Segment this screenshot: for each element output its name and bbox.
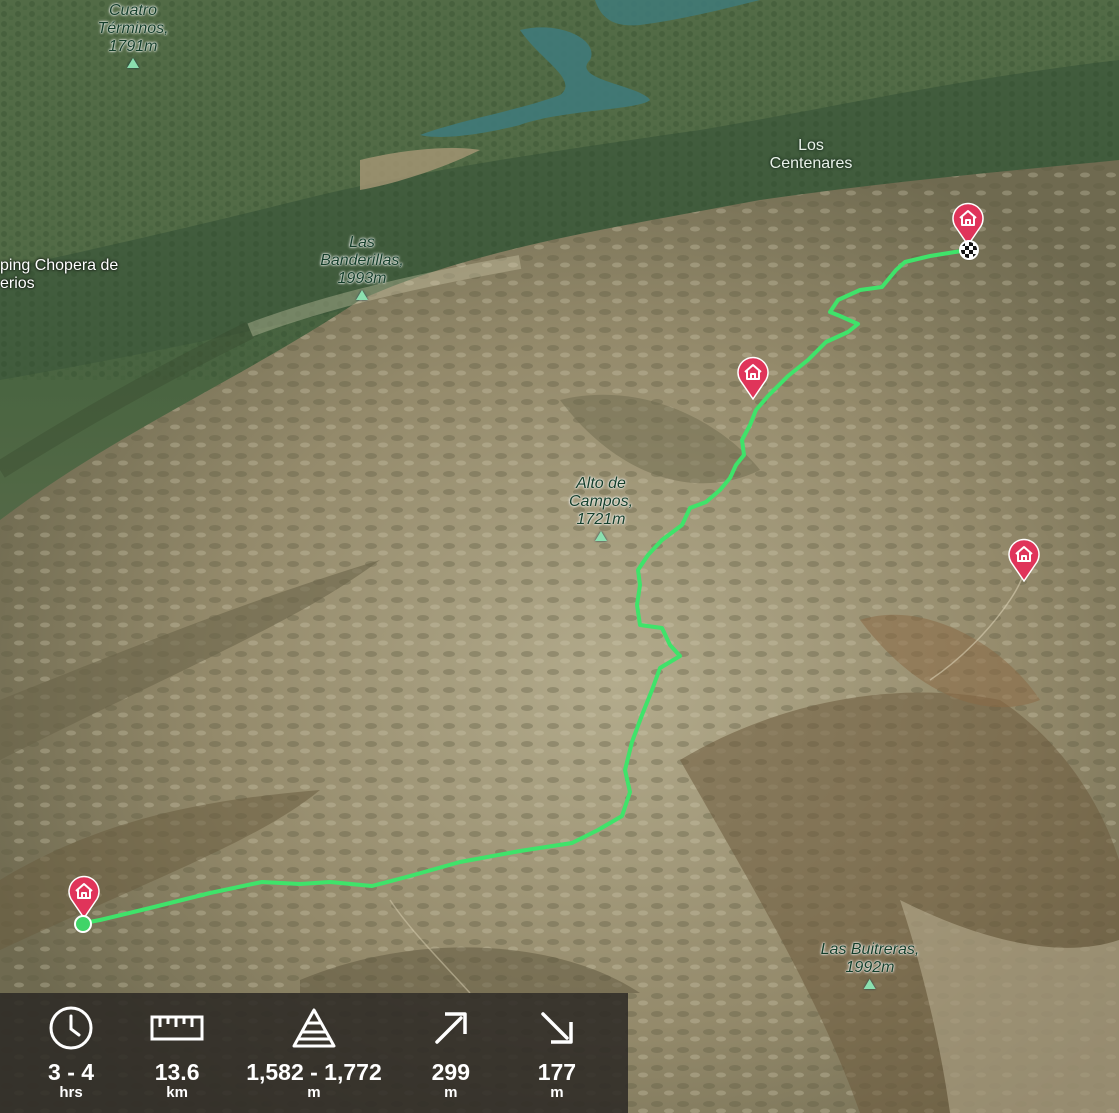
stat-value: 299	[431, 1059, 471, 1085]
peak-label-cuatro-terminos[interactable]: Cuatro Términos, 1791m	[83, 2, 183, 68]
stat-descent: 177 m	[520, 1003, 594, 1100]
stat-unit: m	[550, 1084, 564, 1101]
stat-ascent: 299 m	[414, 1003, 488, 1100]
peak-name-line2: Campos,	[568, 493, 634, 510]
place-name-line2: Centenares	[769, 155, 853, 172]
peak-name-line1: Alto de	[576, 475, 626, 492]
stat-value: 13.6	[154, 1059, 200, 1085]
lodging-marker-east[interactable]	[1007, 536, 1041, 582]
lodging-marker-start[interactable]	[67, 873, 101, 919]
ruler-icon	[150, 1003, 204, 1053]
peak-name: Las Banderillas,	[320, 234, 404, 269]
stat-value: 1,582 - 1,772	[246, 1059, 382, 1085]
place-name-line1: ping Chopera de	[0, 257, 119, 274]
peak-icon	[864, 979, 876, 989]
stat-duration: 3 - 4 hrs	[34, 1003, 108, 1100]
peak-icon	[127, 58, 139, 68]
place-label-camping-chopera[interactable]: ping Chopera de erios	[0, 257, 118, 293]
place-name-line2: erios	[0, 275, 35, 292]
peak-icon	[356, 290, 368, 300]
peak-name: Las Buitreras,	[820, 941, 920, 958]
elevation-icon	[290, 1003, 338, 1053]
peak-icon	[595, 531, 607, 541]
place-name-line1: Los	[798, 137, 824, 154]
peak-elevation: 1993m	[337, 270, 387, 287]
stat-unit: m	[444, 1084, 458, 1101]
peak-elevation: 1791m	[108, 38, 158, 55]
stat-value: 3 - 4	[48, 1059, 95, 1085]
home-icon	[737, 356, 769, 400]
lodging-marker-mid[interactable]	[736, 354, 770, 400]
place-label-los-centenares[interactable]: Los Centenares	[770, 137, 853, 173]
home-icon	[1008, 538, 1040, 582]
clock-icon	[47, 1003, 95, 1053]
route-start-point[interactable]	[74, 915, 92, 933]
peak-elevation: 1992m	[845, 959, 895, 976]
arrow-up-right-icon	[431, 1003, 471, 1053]
route-stats-panel: 3 - 4 hrs 13.6 km 1,582 - 1,772 m 299 m …	[0, 993, 628, 1113]
stat-unit: m	[307, 1084, 321, 1101]
peak-name: Cuatro Términos,	[97, 2, 169, 37]
stat-unit: km	[166, 1084, 188, 1101]
peak-elevation: 1721m	[576, 511, 626, 528]
checkered-flag-icon	[961, 242, 977, 258]
stat-distance: 13.6 km	[140, 1003, 214, 1100]
route-finish-flag[interactable]	[959, 240, 979, 260]
stat-unit: hrs	[59, 1084, 83, 1101]
terrain-map[interactable]	[0, 0, 1119, 1113]
stat-value: 177	[537, 1059, 577, 1085]
arrow-down-right-icon	[537, 1003, 577, 1053]
peak-label-las-buitreras[interactable]: Las Buitreras, 1992m	[820, 941, 920, 989]
stat-elevation-range: 1,582 - 1,772 m	[246, 1003, 382, 1100]
peak-label-alto-de-campos[interactable]: Alto de Campos, 1721m	[569, 475, 633, 541]
peak-label-las-banderillas[interactable]: Las Banderillas, 1993m	[307, 234, 417, 300]
home-icon	[68, 875, 100, 919]
